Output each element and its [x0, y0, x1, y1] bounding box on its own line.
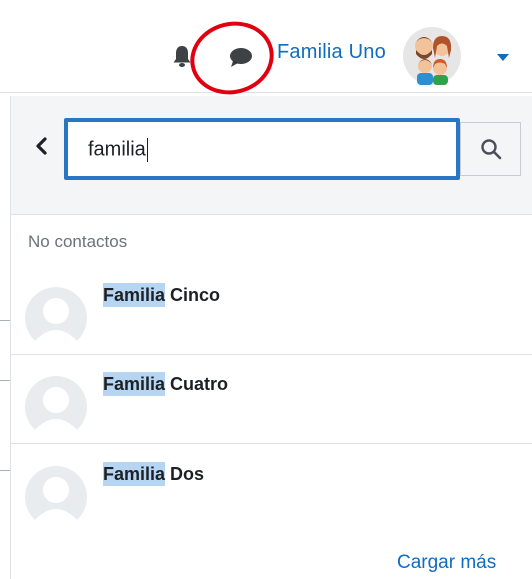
divider: [11, 354, 532, 355]
list-item[interactable]: Familia Dos: [11, 446, 532, 534]
page-edge-mark: [0, 320, 10, 321]
contact-name: Familia Cuatro: [103, 372, 229, 396]
chevron-left-icon[interactable]: [33, 136, 49, 156]
avatar[interactable]: [402, 26, 462, 86]
search-icon: [481, 139, 502, 160]
list-item[interactable]: Familia Cinco: [11, 267, 532, 355]
user-name[interactable]: Familia Uno: [277, 41, 386, 64]
page-edge-mark: [0, 380, 10, 381]
annotation-circle: [182, 12, 282, 104]
search-input[interactable]: familia: [88, 138, 428, 162]
match-highlight: Familia: [103, 372, 166, 396]
search-field[interactable]: familia: [64, 118, 460, 180]
load-more-link[interactable]: Cargar más: [397, 552, 496, 574]
match-highlight: Familia: [103, 462, 166, 486]
page-edge-mark: [0, 470, 10, 471]
search-button[interactable]: [460, 122, 521, 176]
caret-down-icon[interactable]: [497, 54, 509, 61]
text-cursor: [146, 138, 148, 162]
default-avatar-icon: [25, 287, 87, 349]
list-item[interactable]: Familia Cuatro: [11, 356, 532, 444]
drawer-header: familia: [11, 96, 532, 215]
default-avatar-icon: [25, 466, 87, 528]
contact-name: Familia Dos: [103, 462, 205, 486]
bell-icon[interactable]: [172, 44, 192, 68]
top-navbar: Familia Uno: [0, 0, 532, 104]
divider: [11, 443, 532, 444]
no-contacts-label: No contactos: [28, 232, 128, 251]
contact-name: Familia Cinco: [103, 283, 221, 307]
default-avatar-icon: [25, 376, 87, 438]
match-highlight: Familia: [103, 283, 166, 307]
messages-drawer: familia No contactos Familia Cinco Famil…: [10, 96, 532, 579]
